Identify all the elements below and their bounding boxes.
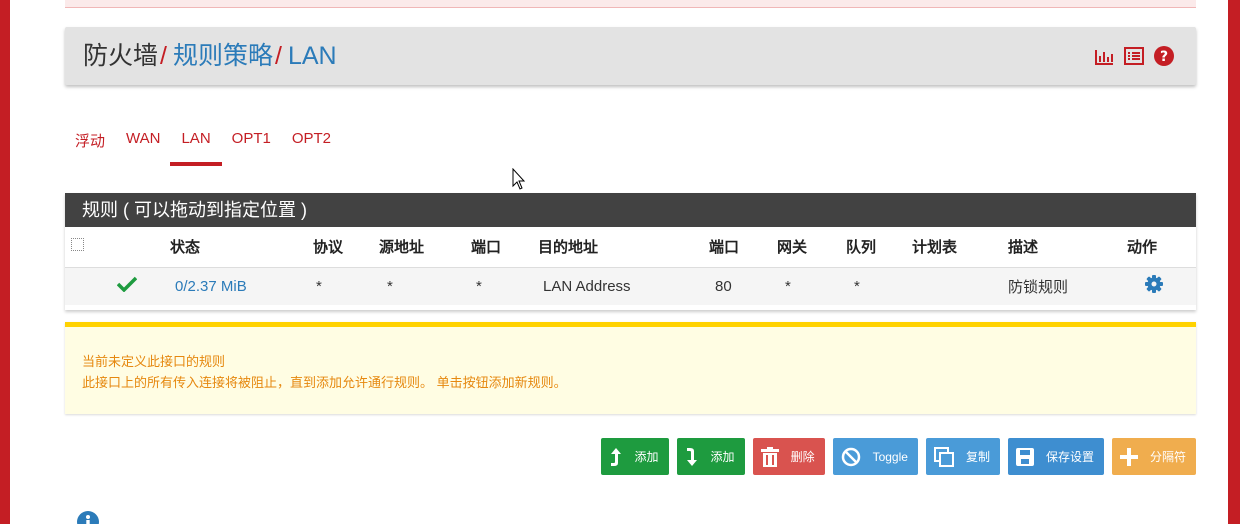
arrow-down-icon [686,447,697,466]
no-rules-warning: 当前未定义此接口的规则 此接口上的所有传入连接将被阻止，直到添加允许通行规则。 … [65,322,1196,414]
rule-enabled-cell [65,266,170,305]
table-row[interactable]: 0/2.37 MiB * * * LAN Address 80 * * 防锁规则 [65,266,1196,305]
separator-label: 分隔符 [1149,450,1186,464]
toggle-button[interactable]: Toggle [832,438,918,475]
rule-queue: * [846,266,912,305]
tab-floating[interactable]: 浮动 [75,130,105,151]
copy-icon [933,446,954,467]
add-bottom-button[interactable]: 添加 [676,438,745,475]
svg-text:?: ? [1160,49,1168,65]
column-protocol: 协议 [313,239,344,257]
list-icon[interactable] [1124,47,1144,65]
interface-tabs: 浮动 WAN LAN OPT1 OPT2 [75,130,352,166]
help-icon[interactable]: ? [1154,46,1174,66]
add-bottom-label: 添加 [710,450,735,464]
copy-label: 复制 [965,450,990,464]
rule-destination-port: 80 [709,266,777,305]
arrow-up-icon [610,447,621,466]
rule-actions-cell [1127,266,1196,305]
tab-opt2[interactable]: OPT2 [292,130,331,151]
breadcrumb-lan-link[interactable]: LAN [288,42,337,70]
add-top-label: 添加 [634,450,659,464]
rule-schedule [912,266,1008,305]
add-top-button[interactable]: 添加 [600,438,669,475]
rules-panel: 规则 ( 可以拖动到指定位置 ) 状态 协议 源地址 端口 目的地址 端口 网关… [65,193,1196,310]
delete-button[interactable]: 删除 [752,438,825,475]
check-icon [116,277,138,293]
tab-opt1[interactable]: OPT1 [232,130,271,151]
warning-line-2: 此接口上的所有传入连接将被阻止，直到添加允许通行规则。 单击按钮添加新规则。 [82,375,567,390]
save-icon [1015,447,1034,466]
save-label: 保存设置 [1045,450,1094,464]
column-status: 状态 [170,239,201,257]
breadcrumb-separator: / [274,42,282,70]
column-queue: 队列 [846,239,877,257]
chart-icon[interactable] [1094,47,1114,65]
left-border [0,0,10,524]
header-icons: ? [1094,46,1174,66]
breadcrumb-firewall: 防火墙 [83,42,159,70]
plus-icon [1119,447,1138,466]
rules-table: 状态 协议 源地址 端口 目的地址 端口 网关 队列 计划表 描述 动作 0/2… [65,227,1196,305]
column-gateway: 网关 [777,239,808,257]
rule-destination: LAN Address [538,266,709,305]
trash-icon [760,446,779,467]
warning-line-1: 当前未定义此接口的规则 [82,354,226,369]
select-all-checkbox[interactable] [71,238,84,252]
column-schedule: 计划表 [912,239,958,257]
tab-wan[interactable]: WAN [126,130,160,151]
rule-gateway: * [777,266,846,305]
breadcrumb-panel: 防火墙/规则策略/LAN ? [65,27,1196,85]
rule-status-link[interactable]: 0/2.37 MiB [170,266,313,305]
rule-protocol: * [313,266,379,305]
column-source: 源地址 [379,239,425,257]
select-all-column [65,227,170,267]
rule-description: 防锁规则 [1008,266,1127,305]
copy-button[interactable]: 复制 [925,438,1000,475]
delete-label: 删除 [790,450,815,464]
right-border [1228,0,1240,524]
rule-source: * [379,266,471,305]
toggle-label: Toggle [872,449,908,464]
column-destination: 目的地址 [538,239,599,257]
rule-source-port: * [471,266,538,305]
breadcrumb-separator: / [160,42,167,70]
breadcrumb-rules-link[interactable]: 规则策略 [173,42,273,70]
mouse-cursor-icon [512,168,526,190]
column-destination-port: 端口 [709,239,740,257]
save-button[interactable]: 保存设置 [1007,438,1104,475]
table-header-row: 状态 协议 源地址 端口 目的地址 端口 网关 队列 计划表 描述 动作 [65,227,1196,267]
action-buttons: 添加 添加 删除 Toggle 复制 保存设置 分隔符 [600,438,1196,475]
add-separator-button[interactable]: 分隔符 [1111,438,1196,475]
column-actions: 动作 [1127,239,1158,257]
info-icon[interactable] [77,511,99,524]
column-source-port: 端口 [471,239,502,257]
rules-panel-title: 规则 ( 可以拖动到指定位置 ) [65,193,1196,227]
breadcrumb: 防火墙/规则策略/LAN [83,41,337,71]
ban-icon [841,447,860,466]
column-description: 描述 [1008,239,1039,257]
gear-icon[interactable] [1145,275,1163,294]
top-alert-edge [65,0,1196,8]
tab-lan[interactable]: LAN [170,130,222,166]
